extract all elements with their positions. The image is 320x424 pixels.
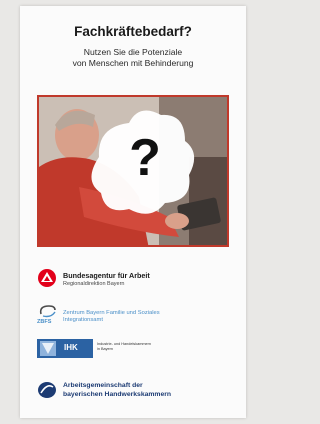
zbfs-abbr: ZBFS: [37, 319, 52, 325]
ihk-label: IHK: [64, 343, 78, 352]
zbfs-logo-icon: [39, 305, 56, 318]
hwk-line-1: Arbeitsgemeinschaft der: [63, 382, 143, 389]
flyer-card: Fachkräftebedarf? Nutzen Sie die Potenzi…: [20, 6, 246, 418]
zbfs-line-1: Zentrum Bayern Familie und Soziales: [63, 310, 160, 316]
question-mark-overlay: ?: [129, 129, 161, 187]
ba-sub: Regionaldirektion Bayern: [63, 281, 125, 287]
hwk-text: Arbeitsgemeinschaft der bayerischen Hand…: [63, 382, 171, 399]
zbfs-line-2: Integrationsamt: [63, 317, 103, 323]
logo-bundesagentur: Bundesagentur für Arbeit Regionaldirekti…: [37, 268, 237, 298]
ihk-emblem-icon: [40, 341, 56, 356]
flyer-title: Fachkräftebedarf?: [74, 24, 192, 39]
ihk-small-text: Industrie- und Handelskammern in Bayern: [97, 342, 151, 352]
ihk-small-line-2: in Bayern: [97, 347, 114, 351]
subtitle-line-2: von Menschen mit Behinderung: [72, 58, 194, 68]
hwk-line-2: bayerischen Handwerkskammern: [63, 390, 172, 398]
logo-ihk: IHK Industrie- und Handelskammern in Bay…: [37, 339, 237, 369]
ihk-box: IHK: [37, 339, 93, 358]
hwk-logo-icon: [38, 382, 56, 398]
worker-photo: ?: [37, 95, 229, 247]
logo-handwerkskammern: Arbeitsgemeinschaft der bayerischen Hand…: [37, 381, 237, 411]
flyer-subtitle: Nutzen Sie die Potenziale von Menschen m…: [20, 47, 246, 69]
ba-logo-icon: [38, 269, 56, 287]
ba-name: Bundesagentur für Arbeit: [63, 271, 150, 280]
logo-zbfs: ZBFS Zentrum Bayern Familie und Soziales…: [37, 304, 237, 334]
subtitle-line-1: Nutzen Sie die Potenziale: [83, 47, 183, 57]
